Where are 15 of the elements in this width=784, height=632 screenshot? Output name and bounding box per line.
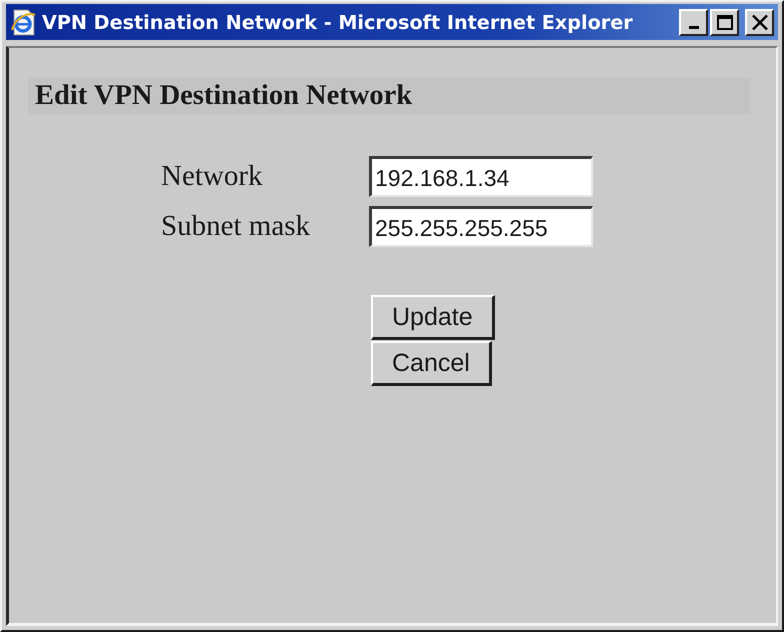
browser-icon <box>10 8 36 36</box>
field-label: Network <box>161 160 264 193</box>
submit-button[interactable]: Update <box>371 295 495 340</box>
close-icon <box>752 14 768 30</box>
maximize-button[interactable] <box>710 8 739 36</box>
field-label: Subnet mask <box>161 210 312 243</box>
window-title: VPN Destination Network - Microsoft Internet Explorer <box>42 10 634 34</box>
input-field[interactable]: 192.168.1.34 <box>369 156 593 197</box>
input-field[interactable]: 255.255.255.255 <box>369 206 593 247</box>
minimize-button[interactable] <box>679 8 708 36</box>
cancel-button[interactable]: Cancel <box>371 341 492 386</box>
close-button[interactable] <box>745 8 774 36</box>
maximize-icon <box>716 14 732 30</box>
minimize-icon <box>688 26 698 28</box>
section-heading: Edit VPN Destination Network <box>28 78 750 114</box>
